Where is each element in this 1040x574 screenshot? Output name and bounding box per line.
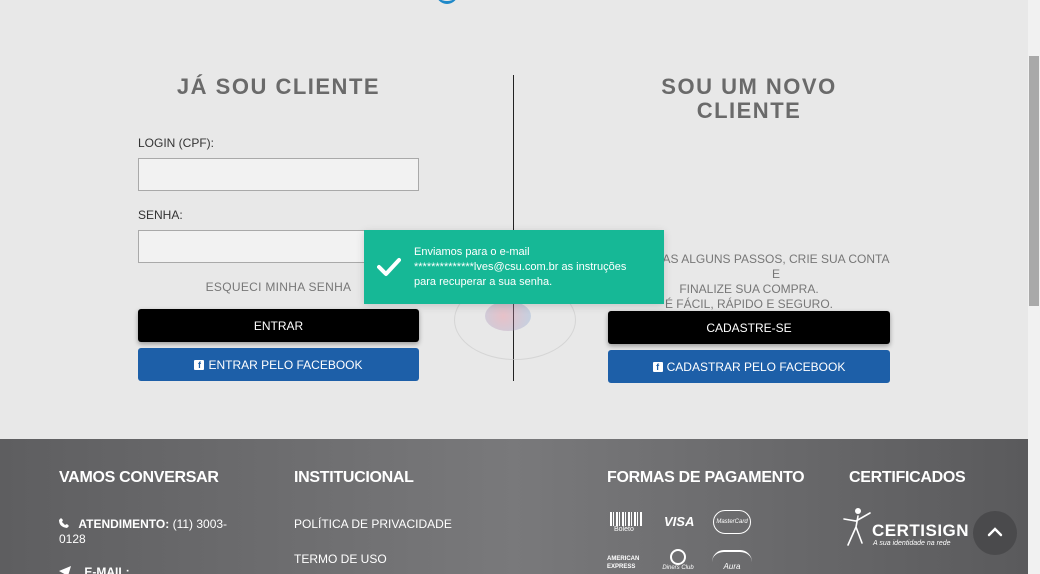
toast-line1: Enviamos para o e-mail: [414, 245, 530, 258]
facebook-login-button[interactable]: f ENTRAR PELO FACEBOOK: [138, 348, 419, 381]
login-button[interactable]: ENTRAR: [138, 309, 419, 342]
loading-spinner-dot: [485, 301, 531, 331]
certisign-tagline: A sua identidade na rede: [873, 540, 951, 547]
scrollbar-thumb[interactable]: [1029, 56, 1039, 306]
scrollbar[interactable]: [1028, 0, 1040, 574]
diners-logo: Diners Club: [662, 549, 694, 571]
phone-info: ATENDIMENTO: (11) 3003- 0128: [59, 517, 249, 547]
barcode-icon: [610, 512, 642, 526]
payment-heading: FORMAS DE PAGAMENTO: [607, 469, 805, 486]
cpf-input[interactable]: [138, 158, 419, 191]
phone-value-cont[interactable]: 0128: [59, 532, 86, 546]
contact-heading: VAMOS CONVERSAR: [59, 469, 219, 486]
institutional-heading: INSTITUCIONAL: [294, 469, 414, 486]
footer: VAMOS CONVERSAR ATENDIMENTO: (11) 3003- …: [0, 439, 1028, 574]
certificates-heading: CERTIFICADOS: [849, 469, 966, 486]
facebook-icon: f: [652, 361, 663, 372]
toast-line3: para recuperar a sua senha.: [414, 275, 553, 288]
success-toast[interactable]: Enviamos para o e-mail **************lve…: [364, 230, 664, 304]
cpf-label: LOGIN (CPF):: [138, 136, 215, 150]
terms-of-use-link[interactable]: TERMO DE USO: [294, 552, 387, 566]
diners-label: Diners Club: [662, 565, 694, 571]
email-info: E-MAIL:: [59, 565, 130, 574]
certisign-figure-icon: [840, 505, 872, 549]
check-icon: [364, 257, 414, 277]
toast-line2: **************lves@csu.com.br as instruç…: [414, 260, 627, 273]
diners-circle-icon: [670, 549, 686, 565]
mastercard-logo: MasterCard: [713, 510, 751, 534]
phone-icon: [59, 517, 75, 532]
password-label: SENHA:: [138, 208, 183, 222]
facebook-register-label: CADASTRAR PELO FACEBOOK: [666, 359, 846, 374]
login-title: JÁ SOU CLIENTE: [176, 74, 381, 99]
register-section: SOU UM NOVO CLIENTE AS ALGUNS PASSOS, CR…: [608, 70, 890, 383]
certisign-logo: CERTISIGN: [872, 521, 970, 540]
facebook-register-button[interactable]: f CADASTRAR PELO FACEBOOK: [608, 350, 890, 383]
send-icon: [59, 565, 81, 574]
back-to-top-button[interactable]: [973, 511, 1017, 555]
boleto-label: Boleto: [614, 526, 634, 533]
phone-label: ATENDIMENTO:: [78, 517, 170, 531]
phone-value[interactable]: (11) 3003-: [173, 517, 227, 531]
register-button[interactable]: CADASTRE-SE: [608, 311, 890, 344]
amex-logo: AMERICAN EXPRESS: [607, 556, 640, 570]
login-section: JÁ SOU CLIENTE LOGIN (CPF): SENHA: ESQUE…: [138, 70, 419, 381]
facebook-icon: f: [194, 359, 205, 370]
chevron-up-icon: [987, 524, 1003, 542]
toast-message: Enviamos para o e-mail **************lve…: [414, 245, 640, 290]
boleto-logo: Boleto: [610, 512, 642, 533]
register-title: SOU UM NOVO CLIENTE: [661, 74, 837, 123]
aura-logo: Aura: [712, 550, 752, 574]
privacy-policy-link[interactable]: POLÍTICA DE PRIVACIDADE: [294, 517, 452, 531]
email-label: E-MAIL:: [84, 565, 130, 574]
visa-logo: VISA: [664, 514, 695, 529]
site-logo-fragment[interactable]: [436, 0, 458, 4]
facebook-login-label: ENTRAR PELO FACEBOOK: [208, 357, 363, 372]
